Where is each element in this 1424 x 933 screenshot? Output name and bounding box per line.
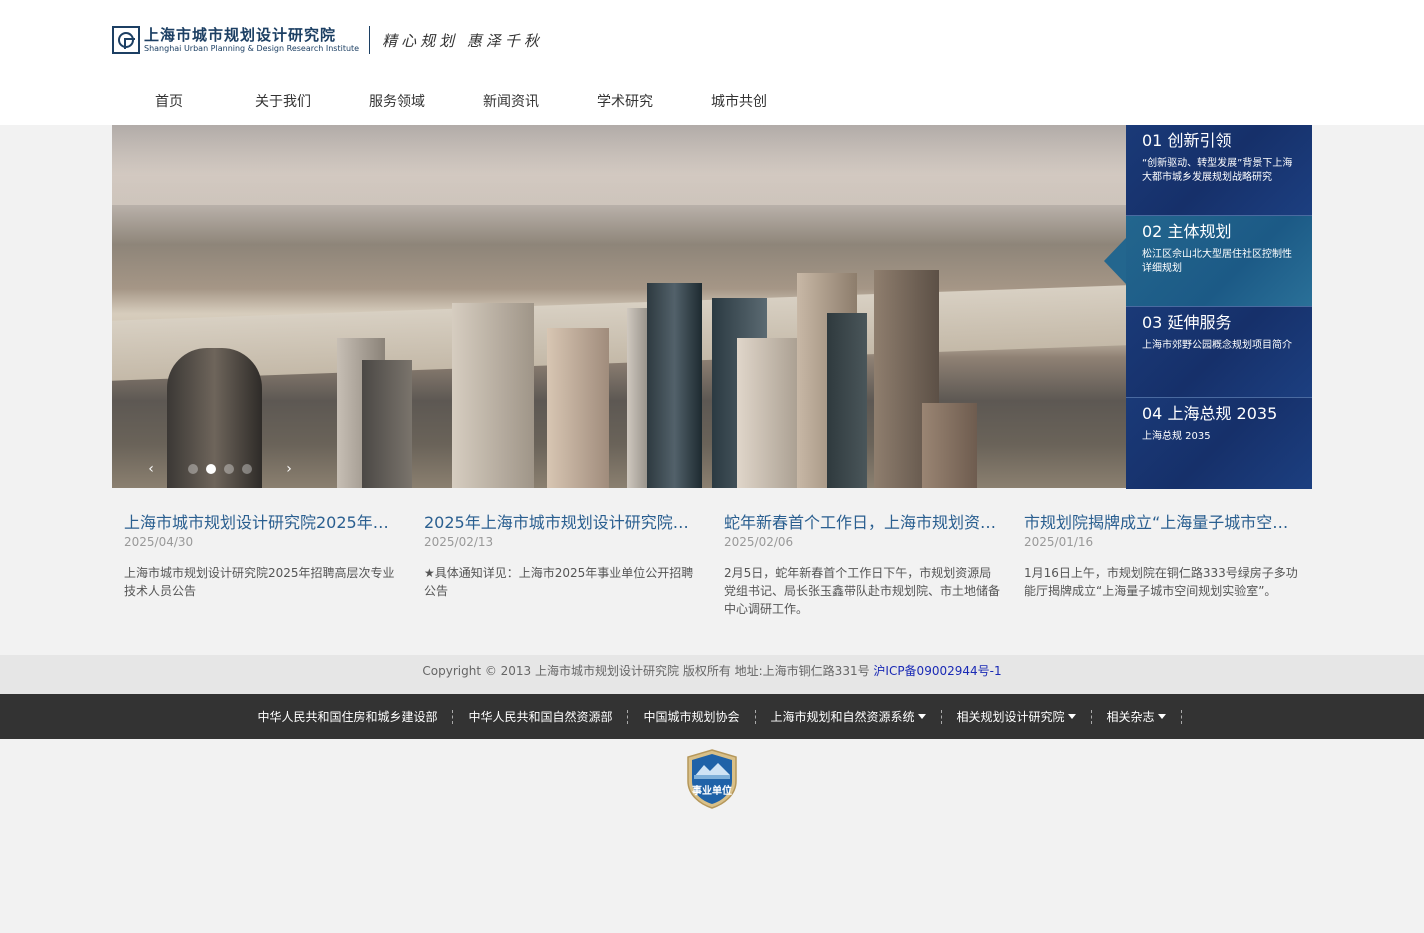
copyright-bar: Copyright © 2013 上海市城市规划设计研究院 版权所有 地址:上海…: [0, 655, 1424, 694]
banner-river: [112, 285, 1126, 381]
banner-building: [922, 403, 977, 488]
logo-cn: 上海市城市规划设计研究院: [144, 26, 337, 44]
chevron-left-icon[interactable]: ‹: [144, 462, 158, 476]
news-title-link[interactable]: 蛇年新春首个工作日，上海市规划资源局党组书记、局长张玉鑫带队赴市规划院调研: [724, 512, 1000, 534]
caret-down-icon: [1067, 713, 1076, 719]
hero-banner[interactable]: ‹ ›: [112, 125, 1126, 488]
nav-item-services[interactable]: 服务领域: [340, 88, 454, 116]
news-item: 市规划院揭牌成立“上海量子城市空间规划实验室” 2025/01/16 1月16日…: [1012, 500, 1312, 618]
nav-item-home[interactable]: 首页: [112, 88, 226, 116]
link-mnr[interactable]: 中华人民共和国自然资源部: [453, 709, 629, 724]
news-summary: 2月5日，蛇年新春首个工作日下午，市规划资源局党组书记、局长张玉鑫带队赴市规划院…: [724, 566, 1001, 616]
caret-down-icon: [1157, 713, 1166, 719]
main-nav: 首页 关于我们 服务领域 新闻资讯 学术研究 城市共创: [112, 88, 796, 116]
banner-building: [547, 328, 609, 488]
banner-building: [647, 283, 702, 488]
slogan: 精心规划 惠泽千秋: [382, 31, 543, 50]
news-date: 2025/04/30: [124, 535, 194, 549]
logo-mark-icon: [112, 26, 140, 54]
banner-building: [452, 303, 534, 488]
public-institution-badge[interactable]: 事业单位: [686, 749, 738, 809]
site-logo[interactable]: 上海市城市规划设计研究院 Shanghai Urban Planning & D…: [112, 25, 543, 55]
nav-item-cocreate[interactable]: 城市共创: [682, 88, 796, 116]
feature-item-main-planning[interactable]: 02 主体规划 松江区佘山北大型居住社区控制性详细规划: [1104, 216, 1312, 307]
feature-item-extended-service[interactable]: 03 延伸服务 上海市郊野公园概念规划项目简介: [1126, 307, 1312, 398]
news-list: 上海市城市规划设计研究院2025年招聘高层次专业技术人员公告 2025/04/3…: [112, 500, 1312, 618]
caret-down-icon: [917, 713, 926, 719]
news-title-link[interactable]: 2025年上海市城市规划设计研究院事业单位公开招聘公告: [424, 512, 700, 534]
shield-icon: [687, 749, 737, 809]
news-date: 2025/02/13: [424, 535, 494, 549]
news-date: 2025/02/06: [724, 535, 794, 549]
nav-item-about[interactable]: 关于我们: [226, 88, 340, 116]
news-summary: 上海市城市规划设计研究院2025年招聘高层次专业技术人员公告: [124, 566, 395, 598]
banner-building: [827, 313, 867, 488]
news-title-link[interactable]: 上海市城市规划设计研究院2025年招聘高层次专业技术人员公告: [124, 512, 400, 534]
nav-item-news[interactable]: 新闻资讯: [454, 88, 568, 116]
link-cupa[interactable]: 中国城市规划协会: [628, 709, 756, 724]
banner-building: [362, 360, 412, 488]
logo-en: Shanghai Urban Planning & Design Researc…: [144, 44, 360, 53]
banner-dot[interactable]: [242, 464, 252, 474]
banner-dots: [188, 464, 252, 474]
icp-link[interactable]: 沪ICP备09002944号-1: [873, 664, 1001, 678]
copyright-text: Copyright © 2013 上海市城市规划设计研究院 版权所有 地址:上海…: [422, 664, 874, 678]
related-links-bar: 中华人民共和国住房和城乡建设部 中华人民共和国自然资源部 中国城市规划协会 上海…: [0, 694, 1424, 739]
feature-item-masterplan-2035[interactable]: 04 上海总规 2035 上海总规 2035: [1126, 398, 1312, 489]
link-related-institutes[interactable]: 相关规划设计研究院: [942, 709, 1092, 724]
news-summary: 1月16日上午，市规划院在铜仁路333号绿房子多功能厅揭牌成立“上海量子城市空间…: [1024, 566, 1298, 598]
nav-item-research[interactable]: 学术研究: [568, 88, 682, 116]
logo-divider: [369, 26, 371, 54]
feature-panel: 01 创新引领 “创新驱动、转型发展”背景下上海大都市城乡发展规划战略研究 02…: [1104, 125, 1312, 489]
site-header: 上海市城市规划设计研究院 Shanghai Urban Planning & D…: [0, 0, 1424, 125]
link-related-journals[interactable]: 相关杂志: [1092, 709, 1182, 724]
banner-dot-active[interactable]: [206, 464, 216, 474]
news-summary: ★具体通知详见：上海市2025年事业单位公开招聘公告: [424, 566, 694, 598]
news-item: 蛇年新春首个工作日，上海市规划资源局党组书记、局长张玉鑫带队赴市规划院调研 20…: [712, 500, 1012, 618]
chevron-right-icon[interactable]: ›: [282, 462, 296, 476]
news-title-link[interactable]: 市规划院揭牌成立“上海量子城市空间规划实验室”: [1024, 512, 1300, 534]
link-mohurd[interactable]: 中华人民共和国住房和城乡建设部: [242, 709, 454, 724]
banner-dot[interactable]: [224, 464, 234, 474]
link-shanghai-planning-system[interactable]: 上海市规划和自然资源系统: [756, 709, 942, 724]
news-item: 上海市城市规划设计研究院2025年招聘高层次专业技术人员公告 2025/04/3…: [112, 500, 412, 618]
news-item: 2025年上海市城市规划设计研究院事业单位公开招聘公告 2025/02/13 ★…: [412, 500, 712, 618]
news-date: 2025/01/16: [1024, 535, 1094, 549]
feature-item-innovation[interactable]: 01 创新引领 “创新驱动、转型发展”背景下上海大都市城乡发展规划战略研究: [1126, 125, 1312, 216]
banner-dot[interactable]: [188, 464, 198, 474]
badge-label: 事业单位: [692, 786, 732, 797]
